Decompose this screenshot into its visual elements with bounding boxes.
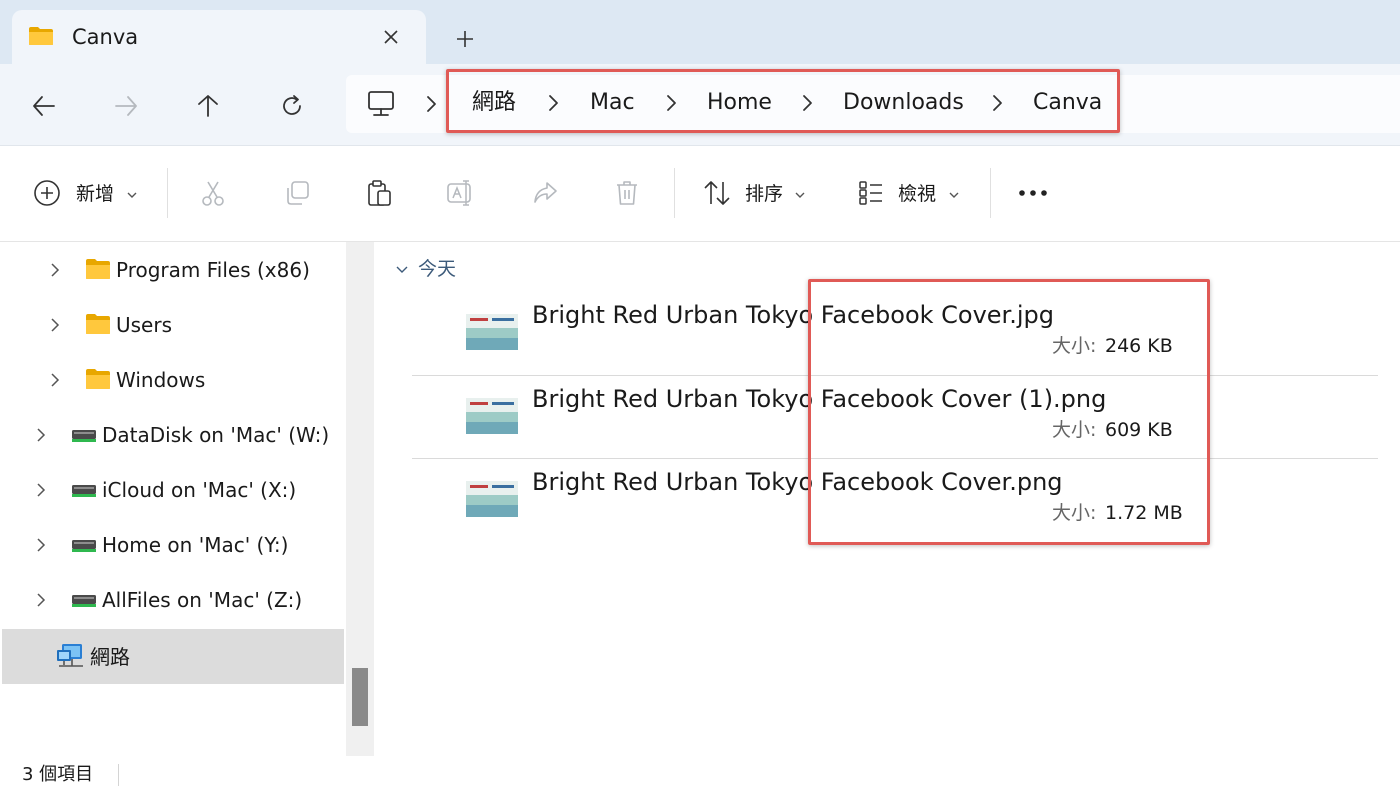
paste-icon[interactable]	[364, 178, 394, 208]
chevron-down-icon[interactable]	[126, 190, 138, 200]
chevron-right-icon[interactable]	[34, 592, 48, 608]
sidebar-item-label: Users	[116, 313, 173, 337]
sidebar-item-network[interactable]: 網路	[2, 629, 344, 684]
sidebar-item-label: Windows	[116, 368, 206, 392]
this-pc-icon[interactable]	[366, 89, 396, 119]
tab-title: Canva	[72, 25, 139, 49]
new-button[interactable]: 新增	[76, 182, 114, 206]
image-thumbnail-icon	[466, 398, 518, 434]
delete-icon[interactable]	[612, 178, 642, 208]
network-drive-icon	[72, 540, 96, 552]
chevron-right-icon[interactable]	[48, 317, 62, 333]
copy-icon[interactable]	[282, 178, 312, 208]
status-bar: 3 個項目	[0, 756, 1400, 794]
status-divider	[118, 764, 119, 786]
chevron-down-icon[interactable]	[394, 264, 410, 276]
folder-icon	[86, 369, 110, 389]
sidebar-item-label: Home on 'Mac' (Y:)	[102, 533, 289, 557]
folder-icon	[86, 314, 110, 334]
sidebar-item-icloud[interactable]: iCloud on 'Mac' (X:)	[0, 462, 346, 517]
chevron-right-icon[interactable]	[48, 372, 62, 388]
chevron-down-icon[interactable]	[948, 190, 960, 200]
sidebar-item-datadisk[interactable]: DataDisk on 'Mac' (W:)	[0, 407, 346, 462]
share-icon[interactable]	[530, 178, 560, 208]
close-icon[interactable]	[376, 22, 406, 52]
sidebar-item-label: iCloud on 'Mac' (X:)	[102, 478, 297, 502]
sort-icon[interactable]	[702, 178, 732, 208]
view-button[interactable]: 檢視	[898, 182, 936, 206]
up-arrow-icon[interactable]	[188, 86, 228, 126]
image-thumbnail-icon	[466, 314, 518, 350]
more-icon[interactable]	[1018, 178, 1048, 208]
sidebar-item-allfiles[interactable]: AllFiles on 'Mac' (Z:)	[0, 572, 346, 627]
sidebar-item-label: Program Files (x86)	[116, 258, 310, 282]
tab-canva[interactable]: Canva	[12, 10, 426, 64]
sidebar-item-label: AllFiles on 'Mac' (Z:)	[102, 588, 303, 612]
chevron-right-icon[interactable]	[34, 537, 48, 553]
rename-icon[interactable]	[446, 178, 476, 208]
toolbar-divider	[990, 168, 991, 218]
sidebar-item-label: DataDisk on 'Mac' (W:)	[102, 423, 330, 447]
navigation-pane: Program Files (x86) Users Windows DataDi…	[0, 242, 346, 756]
chevron-right-icon[interactable]	[48, 262, 62, 278]
network-drive-icon	[72, 430, 96, 442]
filename-highlight-box	[808, 279, 1210, 545]
cut-icon[interactable]	[198, 178, 228, 208]
breadcrumb-highlight-box	[446, 69, 1120, 133]
forward-arrow-icon[interactable]	[106, 86, 146, 126]
group-header-today[interactable]: 今天	[418, 257, 456, 281]
back-arrow-icon[interactable]	[24, 86, 64, 126]
chevron-right-icon[interactable]	[34, 427, 48, 443]
sidebar-scrollbar-thumb[interactable]	[352, 668, 368, 726]
image-thumbnail-icon	[466, 481, 518, 517]
toolbar-divider	[674, 168, 675, 218]
new-plus-circle-icon[interactable]	[32, 178, 62, 208]
chevron-right-icon[interactable]	[422, 93, 442, 115]
network-drive-icon	[72, 485, 96, 497]
command-bar: 新增 排序 檢視	[0, 146, 1400, 242]
item-count: 3 個項目	[22, 764, 94, 785]
folder-icon	[86, 259, 110, 279]
network-icon	[57, 644, 83, 667]
folder-icon	[29, 27, 53, 45]
chevron-right-icon[interactable]	[34, 482, 48, 498]
tab-strip: Canva	[0, 0, 1400, 64]
network-drive-icon	[72, 595, 96, 607]
plus-icon[interactable]	[448, 22, 482, 56]
refresh-icon[interactable]	[272, 86, 312, 126]
sidebar-item-windows[interactable]: Windows	[0, 352, 346, 407]
sort-button[interactable]: 排序	[745, 182, 783, 206]
chevron-down-icon[interactable]	[794, 190, 806, 200]
sidebar-item-home[interactable]: Home on 'Mac' (Y:)	[0, 517, 346, 572]
view-list-icon[interactable]	[856, 178, 886, 208]
sidebar-item-program-files[interactable]: Program Files (x86)	[0, 242, 346, 297]
toolbar-divider	[167, 168, 168, 218]
sidebar-item-users[interactable]: Users	[0, 297, 346, 352]
sidebar-item-label: 網路	[90, 645, 130, 669]
